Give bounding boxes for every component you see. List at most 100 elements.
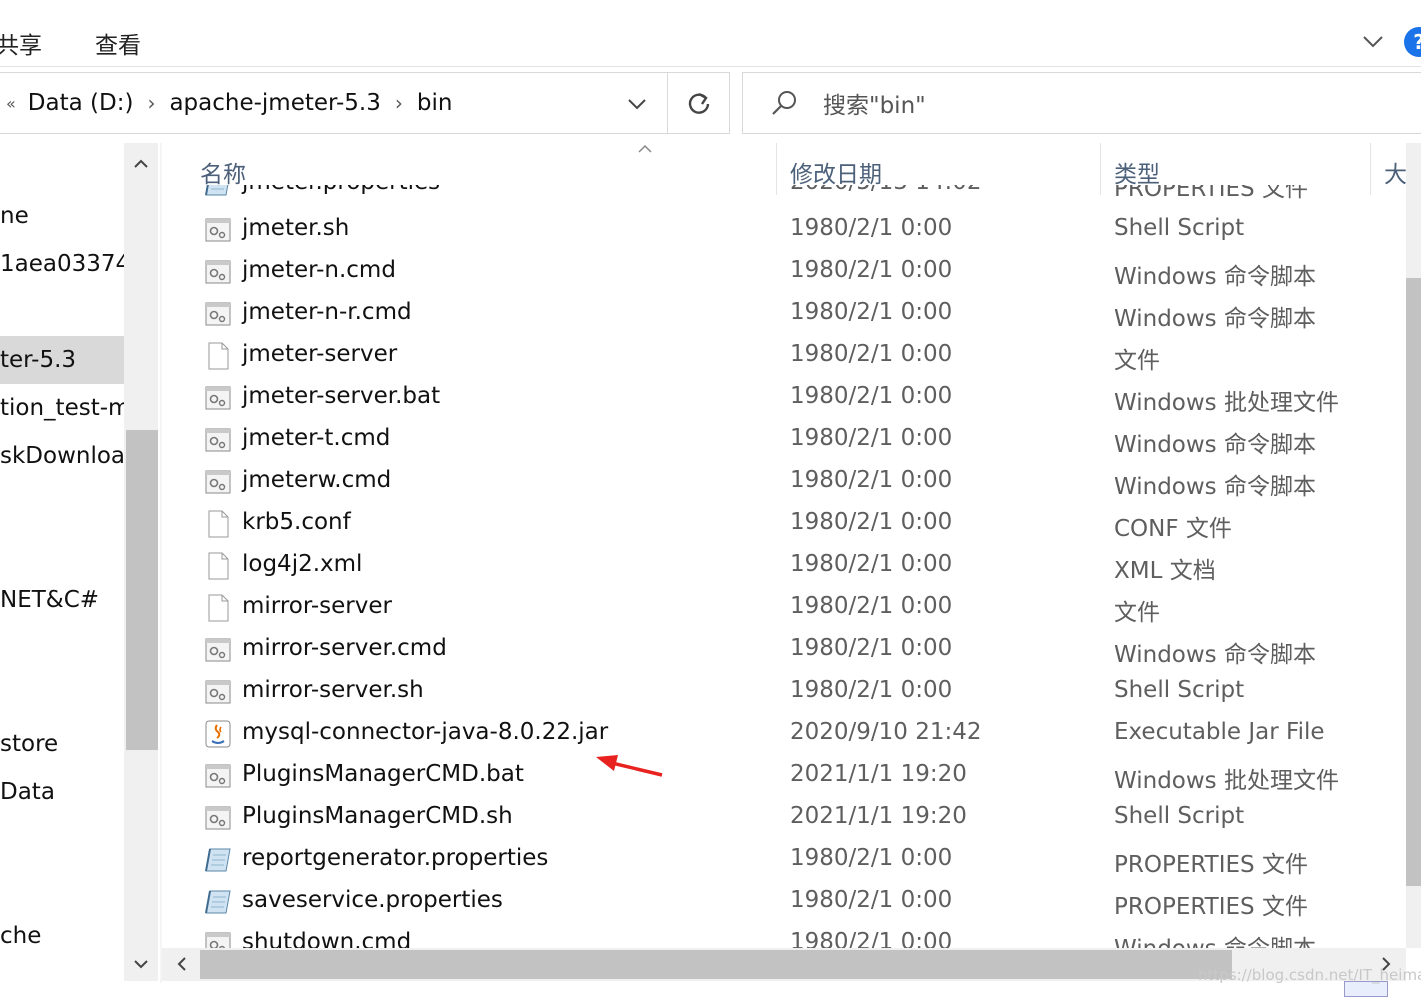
file-name: jmeter-n.cmd [242,257,396,283]
scroll-left-icon[interactable] [174,956,190,972]
file-row[interactable]: shutdown.cmd 1980/2/1 0:00 Windows 命令脚本 [162,923,1406,948]
file-name: mysql-connector-java-8.0.22.jar [242,719,609,745]
tab-view[interactable]: 查看 [95,26,141,60]
breadcrumb-item-bin[interactable]: bin [417,90,453,116]
file-name: shutdown.cmd [242,929,412,948]
file-row[interactable]: mirror-server.cmd 1980/2/1 0:00 Windows 命令… [162,629,1406,671]
scroll-down-icon[interactable] [132,955,150,973]
watermark: https://blog.csdn.net/IT_heima [1198,966,1421,984]
file-row[interactable]: jmeter-n-r.cmd 1980/2/1 0:00 Windows 命令脚本 [162,293,1406,335]
file-date: 1980/2/1 0:00 [790,635,953,661]
file-row[interactable]: jmeter-server 1980/2/1 0:00 文件 [162,335,1406,377]
file-name: krb5.conf [242,509,351,535]
column-header-size[interactable]: 大 [1384,155,1407,189]
column-header-type[interactable]: 类型 [1114,155,1160,189]
file-row[interactable]: mirror-server.sh 1980/2/1 0:00 Shell Scrip… [162,671,1406,713]
column-header-name[interactable]: 名称 [200,155,246,189]
column-header-date[interactable]: 修改日期 [790,155,882,189]
overflow-crumbs-icon[interactable]: « [6,94,16,113]
file-row[interactable]: jmeter.sh 1980/2/1 0:00 Shell Script [162,209,1406,251]
blank-file-icon [204,341,232,371]
search-box[interactable]: 搜索"bin" [742,72,1421,134]
breadcrumb: « Data (D:) › apache-jmeter-5.3 › bin [0,73,452,133]
file-row[interactable]: mirror-server 1980/2/1 0:00 文件 [162,587,1406,629]
file-row[interactable]: reportgenerator.properties 1980/2/1 0:00 P… [162,839,1406,881]
address-bar[interactable]: « Data (D:) › apache-jmeter-5.3 › bin [0,72,668,134]
script-icon [204,677,232,707]
file-type: 文件 [1114,600,1160,626]
list-scrollbar-thumb[interactable] [1406,278,1421,886]
ribbon-expand-chevron-icon[interactable] [1362,30,1384,52]
file-row[interactable]: krb5.conf 1980/2/1 0:00 CONF 文件 [162,503,1406,545]
nav-item-selected[interactable]: ter-5.3 [0,347,76,373]
file-type: PROPERTIES 文件 [1114,894,1308,920]
file-row[interactable]: log4j2.xml 1980/2/1 0:00 XML 文档 [162,545,1406,587]
file-name: jmeter.sh [242,215,350,241]
file-type: Windows 命令脚本 [1114,306,1316,332]
file-date: 1980/2/1 0:00 [790,593,953,619]
script-icon [204,635,232,665]
nav-scrollbar-thumb[interactable] [126,430,158,750]
breadcrumb-separator-icon[interactable]: › [147,91,155,115]
script-icon [204,467,232,497]
refresh-button[interactable] [668,72,730,134]
file-date: 1980/2/1 0:00 [790,551,953,577]
file-name: mirror-server [242,593,392,619]
list-vertical-scrollbar[interactable] [1406,143,1421,948]
file-row-partial[interactable]: jmeter.properties 2020/5/13 14:02 PROPER… [162,185,1406,205]
nav-scrollbar[interactable] [124,143,158,981]
address-history-dropdown-icon[interactable] [626,93,648,115]
nav-item[interactable]: ne [0,203,29,229]
file-date: 1980/2/1 0:00 [790,257,953,283]
file-type: 文件 [1114,348,1160,374]
file-name: saveservice.properties [242,887,503,913]
file-row[interactable]: PluginsManagerCMD.sh 2021/1/1 19:20 Shell … [162,797,1406,839]
file-row[interactable]: PluginsManagerCMD.bat 2021/1/1 19:20 Windo… [162,755,1406,797]
file-name: mirror-server.sh [242,677,424,703]
help-icon[interactable]: ? [1404,27,1421,57]
file-row[interactable]: jmeterw.cmd 1980/2/1 0:00 Windows 命令脚本 [162,461,1406,503]
file-type: Shell Script [1114,677,1245,703]
script-icon [204,383,232,413]
file-type: Shell Script [1114,215,1245,241]
scroll-up-icon[interactable] [132,155,150,173]
file-type: Windows 命令脚本 [1114,474,1316,500]
file-type: XML 文档 [1114,558,1216,584]
nav-item[interactable]: 1aea03374 [0,251,130,277]
refresh-icon [688,92,709,114]
file-row[interactable]: jmeter-t.cmd 1980/2/1 0:00 Windows 命令脚本 [162,419,1406,461]
script-icon [204,761,232,791]
file-name: PluginsManagerCMD.sh [242,803,513,829]
file-type: PROPERTIES 文件 [1114,852,1308,878]
file-date: 1980/2/1 0:00 [790,509,953,535]
breadcrumb-item-drive[interactable]: Data (D:) [28,90,134,116]
file-type: Windows 命令脚本 [1114,432,1316,458]
file-row[interactable]: saveservice.properties 1980/2/1 0:00 PROPE… [162,881,1406,923]
nav-item[interactable]: che [0,923,41,949]
sort-ascending-icon [638,144,652,153]
file-row[interactable]: jmeter-n.cmd 1980/2/1 0:00 Windows 命令脚本 [162,251,1406,293]
nav-item[interactable]: tion_test-m [0,395,130,421]
properties-icon [204,887,232,917]
search-placeholder: 搜索"bin" [823,93,926,119]
file-date: 2021/1/1 19:20 [790,803,967,829]
file-name: jmeter-server.bat [242,383,441,409]
file-row[interactable]: mysql-connector-java-8.0.22.jar 2020/9/10… [162,713,1406,755]
nav-item[interactable]: store [0,731,58,757]
nav-item[interactable]: NET&C# [0,587,99,613]
blank-file-icon [204,509,232,539]
script-icon [204,257,232,287]
blank-file-icon [204,593,232,623]
file-name: PluginsManagerCMD.bat [242,761,524,787]
horizontal-scrollbar-thumb[interactable] [200,950,1232,979]
breadcrumb-separator-icon[interactable]: › [395,91,403,115]
nav-item[interactable]: skDownloac [0,443,138,469]
file-row[interactable]: jmeter-server.bat 1980/2/1 0:00 Windows 批处… [162,377,1406,419]
file-date: 1980/2/1 0:00 [790,467,953,493]
annotation-arrow-icon [596,755,663,777]
breadcrumb-item-jmeter[interactable]: apache-jmeter-5.3 [169,90,380,116]
nav-item[interactable]: Data [0,779,55,805]
file-name: jmeter-n-r.cmd [242,299,412,325]
ribbon-divider [0,66,1421,67]
tab-share[interactable]: 共享 [0,26,42,60]
